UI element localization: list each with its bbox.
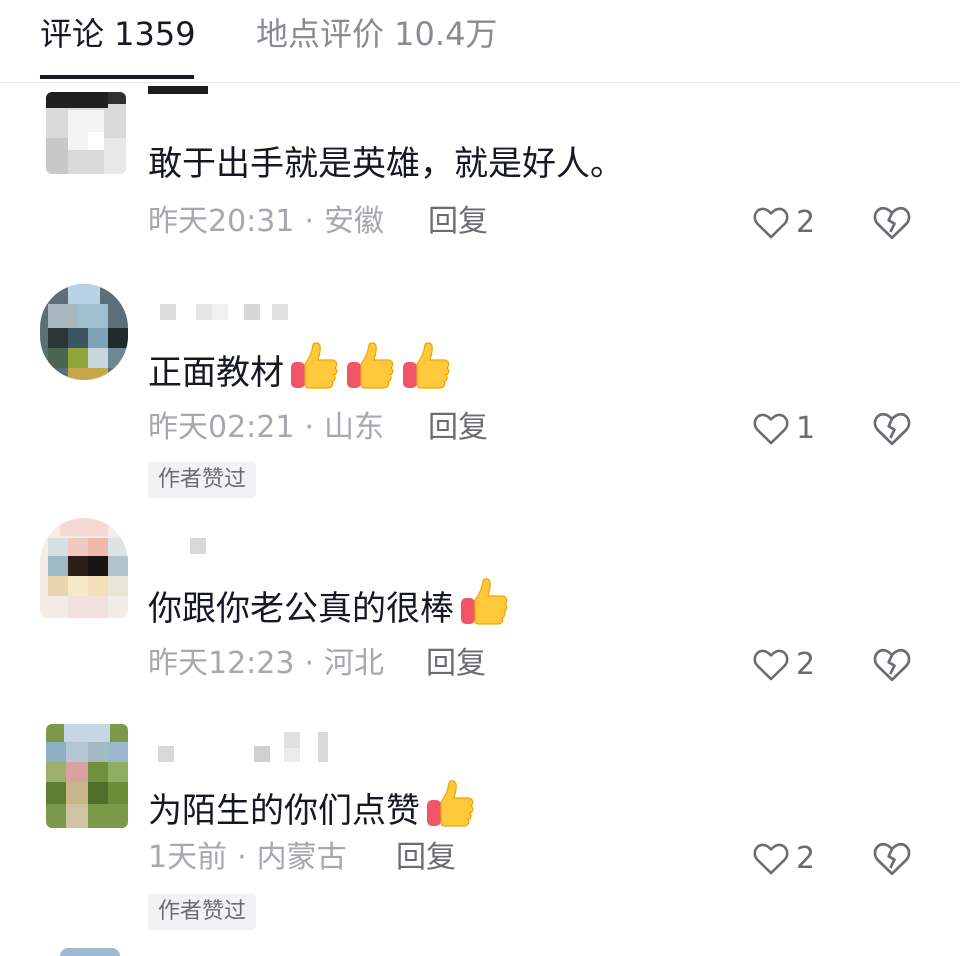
comment-location: 河北 (324, 646, 385, 681)
like-count: 2 (796, 204, 816, 240)
like-count: 1 (796, 410, 816, 446)
avatar[interactable] (40, 284, 128, 380)
comment-tabs: 评论 1359 地点评价 10.4万 (0, 0, 960, 83)
heart-outline-icon (753, 843, 789, 875)
reply-button[interactable]: 回复 (428, 408, 488, 448)
reply-button[interactable]: 回复 (428, 202, 488, 242)
reply-button[interactable]: 回复 (426, 644, 486, 684)
avatar[interactable] (46, 92, 126, 174)
broken-heart-icon[interactable] (872, 644, 912, 684)
comment-location: 安徽 (324, 204, 385, 239)
heart-outline-icon (753, 413, 789, 445)
reply-button[interactable]: 回复 (396, 838, 456, 878)
comment-text: 为陌生的你们点赞 (148, 778, 476, 833)
comment-meta: 昨天20:31 · 安徽 (148, 204, 385, 239)
comment-text: 正面教材 (148, 340, 452, 395)
broken-heart-icon[interactable] (872, 202, 912, 242)
comment-text: 你跟你老公真的很棒 (148, 576, 510, 631)
thumbs-up-emoji (461, 578, 508, 625)
thumbs-up-emoji (403, 342, 450, 389)
comment-meta: 1天前 · 内蒙古 (148, 840, 347, 875)
comment-meta: 昨天02:21 · 山东 (148, 410, 385, 445)
thumbs-up-emoji (347, 342, 394, 389)
avatar[interactable] (60, 948, 120, 956)
comment-meta: 昨天12:23 · 河北 (148, 646, 385, 681)
comment-time: 昨天20:31 (148, 204, 295, 239)
like-button[interactable]: 2 (752, 644, 815, 684)
comment-location: 内蒙古 (256, 840, 347, 875)
like-count: 2 (796, 646, 816, 682)
avatar[interactable] (46, 724, 128, 828)
author-liked-badge: 作者赞过 (148, 894, 257, 930)
tab-place-reviews[interactable]: 地点评价 10.4万 (256, 12, 497, 56)
comment-text: 敢于出手就是英雄，就是好人。 (148, 144, 624, 184)
active-tab-indicator (40, 75, 194, 79)
heart-outline-icon (753, 649, 789, 681)
like-button[interactable]: 2 (752, 838, 815, 878)
comment-time: 1天前 (148, 840, 228, 875)
avatar[interactable] (40, 518, 128, 618)
tab-comments[interactable]: 评论 1359 (40, 12, 196, 56)
like-button[interactable]: 2 (752, 202, 815, 242)
comment-time: 昨天12:23 (148, 646, 295, 681)
thumbs-up-emoji (427, 780, 474, 827)
author-liked-badge: 作者赞过 (148, 462, 257, 498)
comment-time: 昨天02:21 (148, 410, 295, 445)
like-button[interactable]: 1 (752, 408, 815, 448)
username-mosaic[interactable] (148, 732, 328, 762)
broken-heart-icon[interactable] (872, 838, 912, 878)
thumbs-up-emoji (291, 342, 338, 389)
comment-location: 山东 (324, 410, 385, 445)
username-mosaic[interactable] (148, 536, 206, 556)
username-mosaic[interactable] (148, 86, 208, 106)
broken-heart-icon[interactable] (872, 408, 912, 448)
heart-outline-icon (753, 207, 789, 239)
username-mosaic[interactable] (148, 304, 288, 324)
like-count: 2 (796, 840, 816, 876)
